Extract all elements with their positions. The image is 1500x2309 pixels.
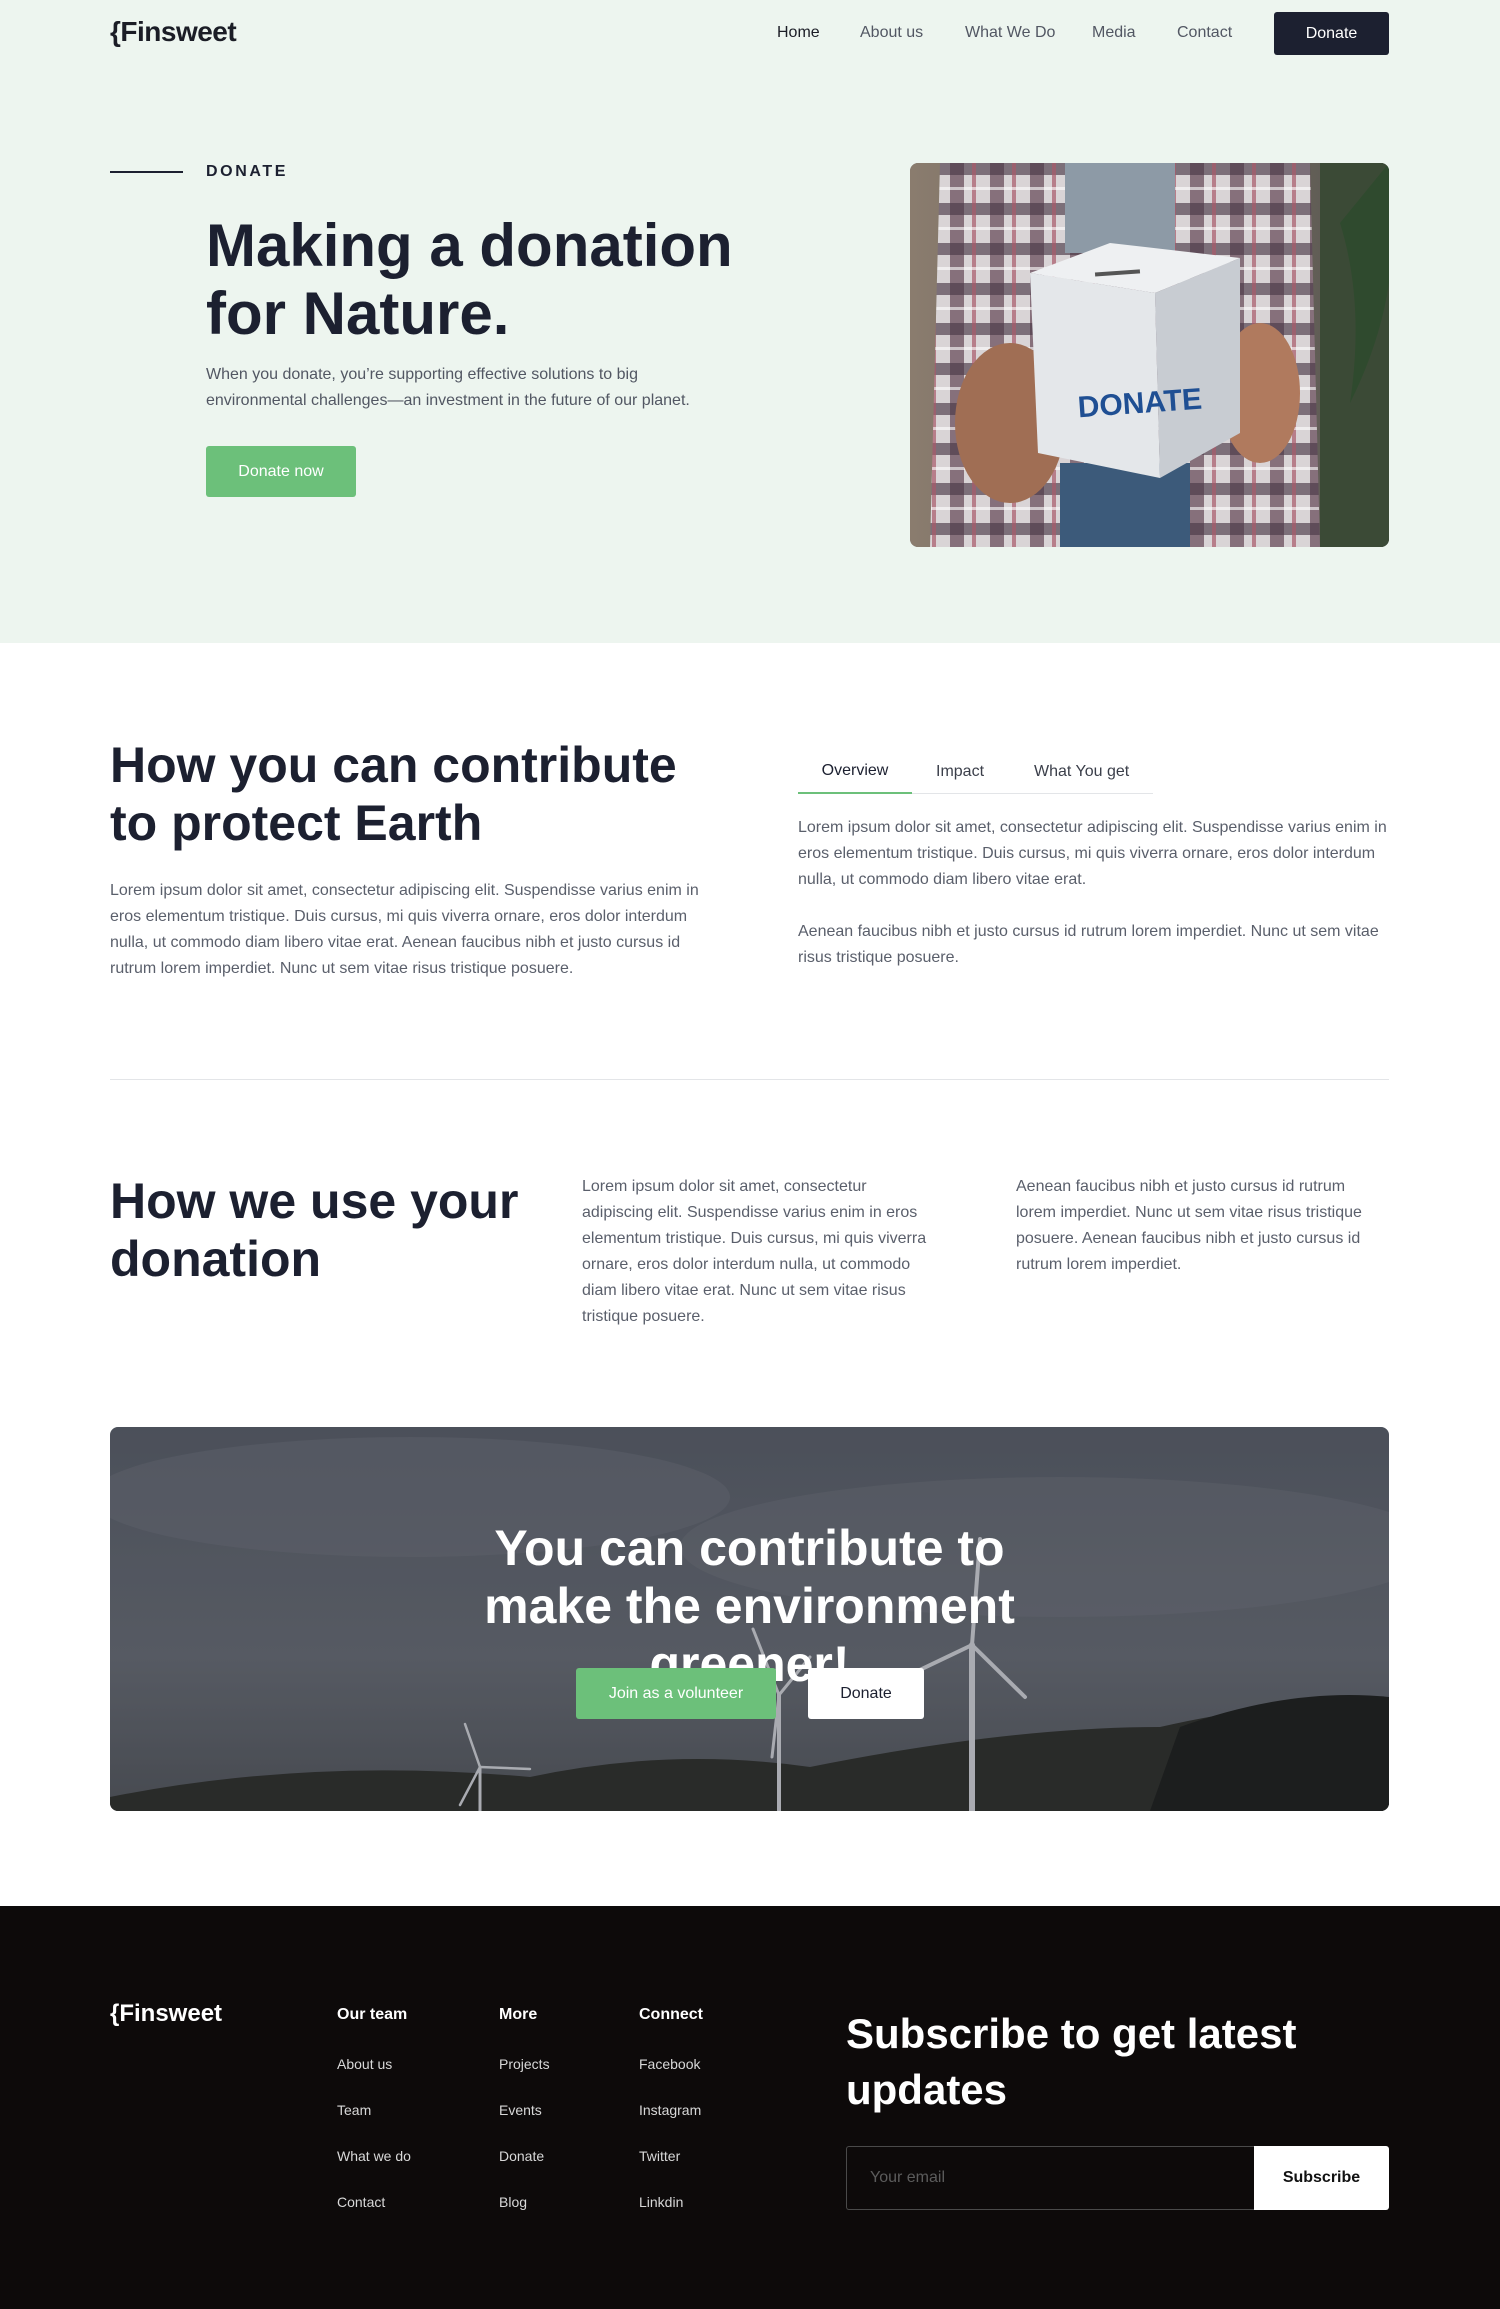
nav-home[interactable]: Home	[777, 24, 820, 42]
section-divider	[110, 1079, 1389, 1080]
donation-box-image: DONATE	[910, 163, 1389, 547]
footer-link-events[interactable]: Events	[499, 2102, 542, 2118]
tab-bar: Overview Impact What You get	[798, 750, 1153, 794]
footer-link-team[interactable]: Team	[337, 2102, 371, 2118]
subscribe-button[interactable]: Subscribe	[1254, 2146, 1389, 2210]
nav-what-we-do[interactable]: What We Do	[965, 24, 1055, 42]
footer-link-projects[interactable]: Projects	[499, 2056, 550, 2072]
cta-title: You can contribute to make the environme…	[484, 1520, 1015, 1692]
usage-title: How we use your donation	[110, 1173, 519, 1287]
cta-donate-button[interactable]: Donate	[808, 1668, 924, 1719]
tab-overview[interactable]: Overview	[798, 750, 912, 794]
tab-what-you-get[interactable]: What You get	[1034, 750, 1129, 794]
cta-banner: You can contribute to make the environme…	[110, 1427, 1389, 1811]
hero-text: When you donate, you’re supporting effec…	[206, 366, 690, 409]
nav-contact[interactable]: Contact	[1177, 24, 1232, 42]
subscribe-title: Subscribe to get latest updates	[846, 2010, 1297, 2113]
hero-eyebrow: DONATE	[206, 163, 288, 180]
footer-link-donate[interactable]: Donate	[499, 2148, 544, 2164]
nav-about-us[interactable]: About us	[860, 24, 923, 42]
contribute-text: Lorem ipsum dolor sit amet, consectetur …	[110, 882, 699, 977]
eyebrow-line	[110, 171, 183, 173]
usage-col-2: Aenean faucibus nibh et justo cursus id …	[1016, 1178, 1362, 1273]
hero-title: Making a donation for Nature.	[206, 212, 733, 347]
footer-link-facebook[interactable]: Facebook	[639, 2056, 700, 2072]
footer-link-blog[interactable]: Blog	[499, 2194, 527, 2210]
footer-link-twitter[interactable]: Twitter	[639, 2148, 680, 2164]
footer: {Finsweet Our team About us Team What we…	[0, 1906, 1500, 2309]
donate-now-button[interactable]: Donate now	[206, 446, 356, 497]
footer-link-instagram[interactable]: Instagram	[639, 2102, 701, 2118]
nav-media[interactable]: Media	[1092, 24, 1136, 42]
footer-link-what-we-do[interactable]: What we do	[337, 2148, 411, 2164]
tab-paragraph-1: Lorem ipsum dolor sit amet, consectetur …	[798, 819, 1387, 888]
footer-logo[interactable]: {Finsweet	[110, 2000, 222, 2028]
footer-heading-connect: Connect	[639, 2006, 703, 2023]
tab-paragraph-2: Aenean faucibus nibh et justo cursus id …	[798, 923, 1379, 966]
nav-donate-button[interactable]: Donate	[1274, 12, 1389, 55]
contribute-title: How you can contribute to protect Earth	[110, 737, 677, 851]
usage-col-1: Lorem ipsum dolor sit amet, consectetur …	[582, 1178, 927, 1325]
email-field[interactable]	[846, 2146, 1255, 2210]
footer-link-about-us[interactable]: About us	[337, 2056, 392, 2072]
footer-heading-more: More	[499, 2006, 538, 2023]
join-volunteer-button[interactable]: Join as a volunteer	[576, 1668, 776, 1719]
footer-link-contact[interactable]: Contact	[337, 2194, 385, 2210]
logo[interactable]: {Finsweet	[110, 16, 237, 48]
tab-impact[interactable]: Impact	[936, 750, 984, 794]
footer-link-linkdin[interactable]: Linkdin	[639, 2194, 683, 2210]
footer-heading-our-team: Our team	[337, 2006, 408, 2023]
